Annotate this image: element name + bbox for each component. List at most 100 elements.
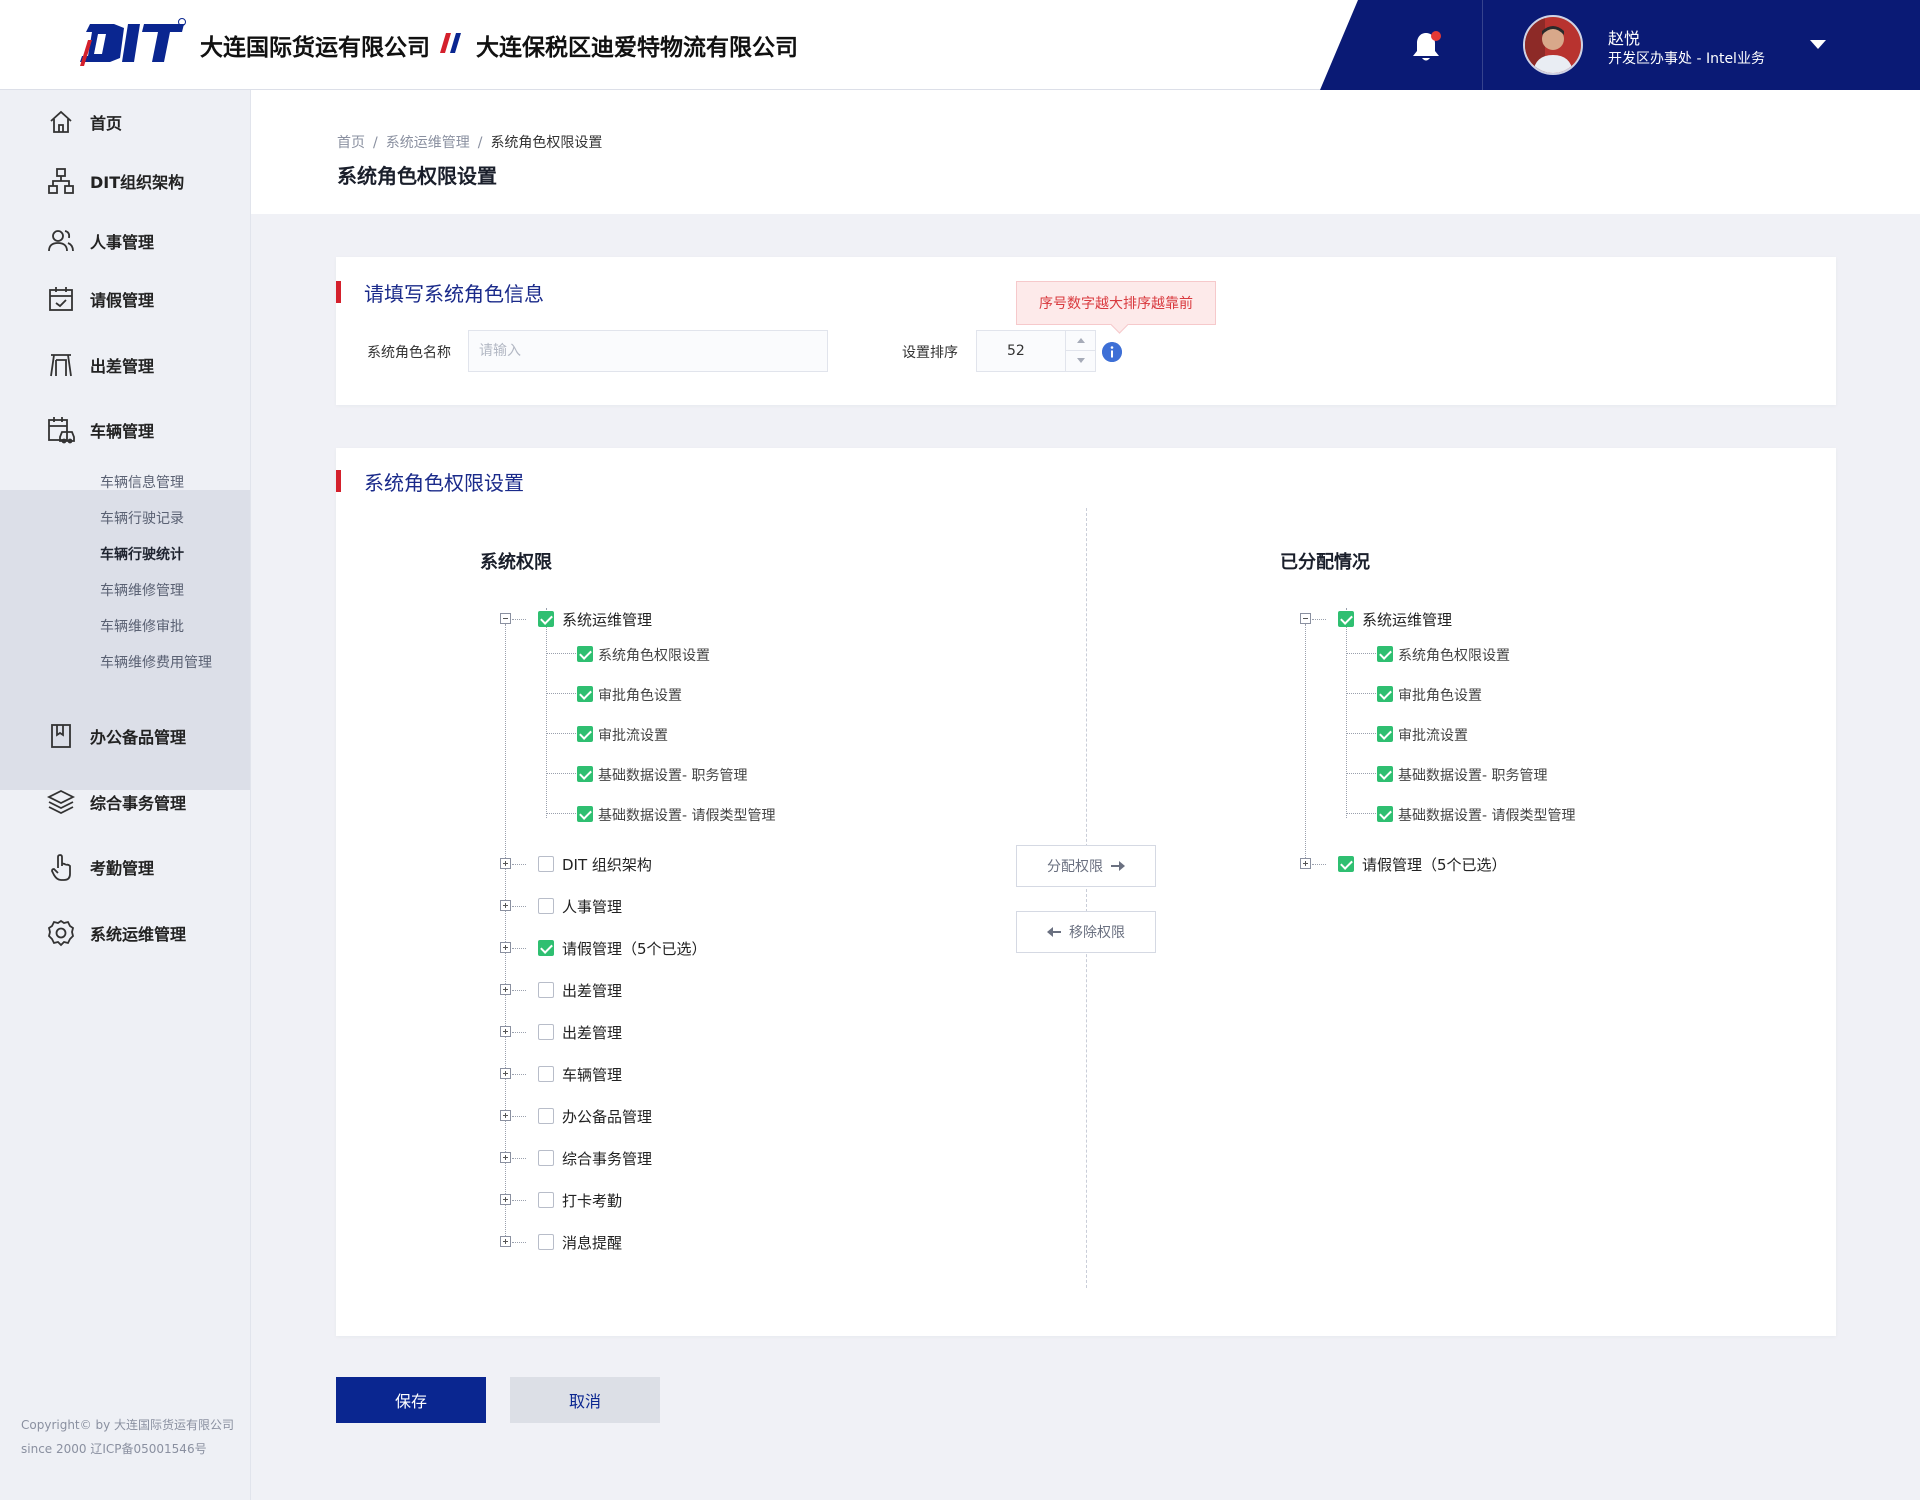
sidebar-subitem[interactable]: 车辆维修费用管理 [100, 652, 212, 672]
cancel-button[interactable]: 取消 [510, 1377, 660, 1423]
role-name-input[interactable] [468, 330, 828, 372]
checkbox-checked[interactable] [1377, 726, 1393, 742]
checkbox-checked[interactable] [1377, 686, 1393, 702]
tree-connector [546, 773, 576, 774]
checkbox-checked[interactable] [538, 611, 554, 627]
assigned-permissions-title: 已分配情况 [1280, 552, 1370, 573]
expand-toggle-icon[interactable] [500, 1236, 511, 1247]
expand-toggle-icon[interactable] [500, 1110, 511, 1121]
checkbox-unchecked[interactable] [538, 982, 554, 998]
tree-connector [546, 693, 576, 694]
expand-toggle-icon[interactable] [500, 984, 511, 995]
save-button[interactable]: 保存 [336, 1377, 486, 1423]
collapse-toggle-icon[interactable] [1300, 613, 1311, 624]
checkbox-checked[interactable] [577, 726, 593, 742]
info-icon[interactable] [1102, 342, 1122, 362]
checkbox-checked[interactable] [577, 766, 593, 782]
assign-permission-button[interactable]: 分配权限 [1016, 845, 1156, 887]
sidebar-item-home[interactable]: 首页 [0, 94, 250, 150]
expand-toggle-icon[interactable] [500, 900, 511, 911]
sidebar-item-leave[interactable]: 请假管理 [0, 271, 250, 327]
page-title: 系统角色权限设置 [337, 164, 497, 188]
sidebar-item-label: 请假管理 [90, 291, 155, 310]
checkbox-checked[interactable] [1338, 611, 1354, 627]
home-icon [50, 110, 72, 133]
decrement-arrow-icon[interactable] [1066, 351, 1095, 371]
remove-permission-button[interactable]: 移除权限 [1016, 911, 1156, 953]
tree-node-label: 审批流设置 [1398, 728, 1468, 744]
tree-connector [512, 619, 526, 620]
tree-node-label: 请假管理（5个已选） [562, 940, 707, 958]
sidebar-item-label: 人事管理 [90, 233, 155, 252]
sidebar-subitem[interactable]: 车辆维修审批 [100, 616, 184, 636]
tree-node-label: 打卡考勤 [562, 1192, 623, 1210]
sidebar-item-attendance[interactable]: 考勤管理 [0, 839, 250, 895]
chevron-down-icon[interactable] [1810, 40, 1826, 49]
checkbox-unchecked[interactable] [538, 1150, 554, 1166]
system-permissions-title: 系统权限 [480, 552, 552, 573]
tree-connector [512, 1158, 526, 1159]
sidebar-subitem[interactable]: 车辆信息管理 [100, 472, 184, 492]
checkbox-checked[interactable] [1377, 646, 1393, 662]
tree-connector [1312, 619, 1326, 620]
user-department: 开发区办事处 - Intel业务 [1608, 51, 1765, 67]
increment-arrow-icon[interactable] [1066, 331, 1095, 351]
sidebar-item-org[interactable]: DIT组织架构 [0, 153, 250, 209]
breadcrumb-current: 系统角色权限设置 [490, 135, 603, 151]
collapse-toggle-icon[interactable] [500, 613, 511, 624]
sidebar-subitem[interactable]: 车辆行驶记录 [100, 508, 184, 528]
sort-number-input[interactable]: 52 [976, 330, 1096, 372]
sidebar-item-travel[interactable]: 出差管理 [0, 337, 250, 393]
tree-connector [1312, 864, 1326, 865]
avatar[interactable] [1523, 15, 1583, 75]
checkbox-checked[interactable] [1377, 806, 1393, 822]
checkbox-unchecked[interactable] [538, 1108, 554, 1124]
expand-toggle-icon[interactable] [500, 1026, 511, 1037]
sidebar-item-hr[interactable]: 人事管理 [0, 213, 250, 269]
tree-node-label: 人事管理 [562, 898, 623, 916]
checkbox-checked[interactable] [577, 806, 593, 822]
checkbox-checked[interactable] [1377, 766, 1393, 782]
sidebar-subitem[interactable]: 车辆维修管理 [100, 580, 184, 600]
sidebar-item-office-supplies[interactable]: 办公备品管理 [0, 708, 250, 764]
sidebar-item-vehicle[interactable]: 车辆管理 [0, 402, 250, 458]
expand-toggle-icon[interactable] [500, 1194, 511, 1205]
sidebar-item-system-ops[interactable]: 系统运维管理 [0, 905, 250, 961]
tree-connector [1346, 733, 1376, 734]
tree-connector [512, 990, 526, 991]
expand-toggle-icon[interactable] [1300, 858, 1311, 869]
expand-toggle-icon[interactable] [500, 1068, 511, 1079]
expand-toggle-icon[interactable] [500, 942, 511, 953]
sidebar-item-label: 考勤管理 [90, 859, 155, 878]
checkbox-unchecked[interactable] [538, 1066, 554, 1082]
checkbox-checked[interactable] [1338, 856, 1354, 872]
sidebar-item-general-affairs[interactable]: 综合事务管理 [0, 774, 250, 830]
calendar-check-icon [49, 287, 73, 311]
tree-node-label: 基础数据设置- 请假类型管理 [1398, 808, 1576, 824]
tree-connector [1305, 624, 1306, 864]
checkbox-unchecked[interactable] [538, 1234, 554, 1250]
expand-toggle-icon[interactable] [500, 1152, 511, 1163]
sidebar-item-label: 系统运维管理 [90, 925, 187, 944]
assign-button-label: 分配权限 [1047, 859, 1103, 875]
expand-toggle-icon[interactable] [500, 858, 511, 869]
role-name-label: 系统角色名称 [367, 345, 451, 361]
tree-connector [546, 653, 576, 654]
tree-connector [1346, 653, 1376, 654]
sidebar-subitem-active[interactable]: 车辆行驶统计 [100, 544, 184, 564]
breadcrumb-home[interactable]: 首页 [337, 135, 365, 151]
checkbox-checked[interactable] [577, 686, 593, 702]
breadcrumb-section[interactable]: 系统运维管理 [386, 135, 470, 151]
checkbox-checked[interactable] [577, 646, 593, 662]
checkbox-unchecked[interactable] [538, 1024, 554, 1040]
checkbox-unchecked[interactable] [538, 898, 554, 914]
checkbox-unchecked[interactable] [538, 1192, 554, 1208]
checkbox-checked[interactable] [538, 940, 554, 956]
checkbox-unchecked[interactable] [538, 856, 554, 872]
sidebar-item-label: 办公备品管理 [90, 728, 187, 747]
tree-connector [505, 624, 506, 1244]
bell-icon[interactable] [1410, 30, 1442, 64]
tree-node-label: 综合事务管理 [562, 1150, 653, 1168]
tree-node-label: 审批角色设置 [1398, 688, 1482, 704]
breadcrumb: 首页 / 系统运维管理 / 系统角色权限设置 [337, 132, 602, 152]
